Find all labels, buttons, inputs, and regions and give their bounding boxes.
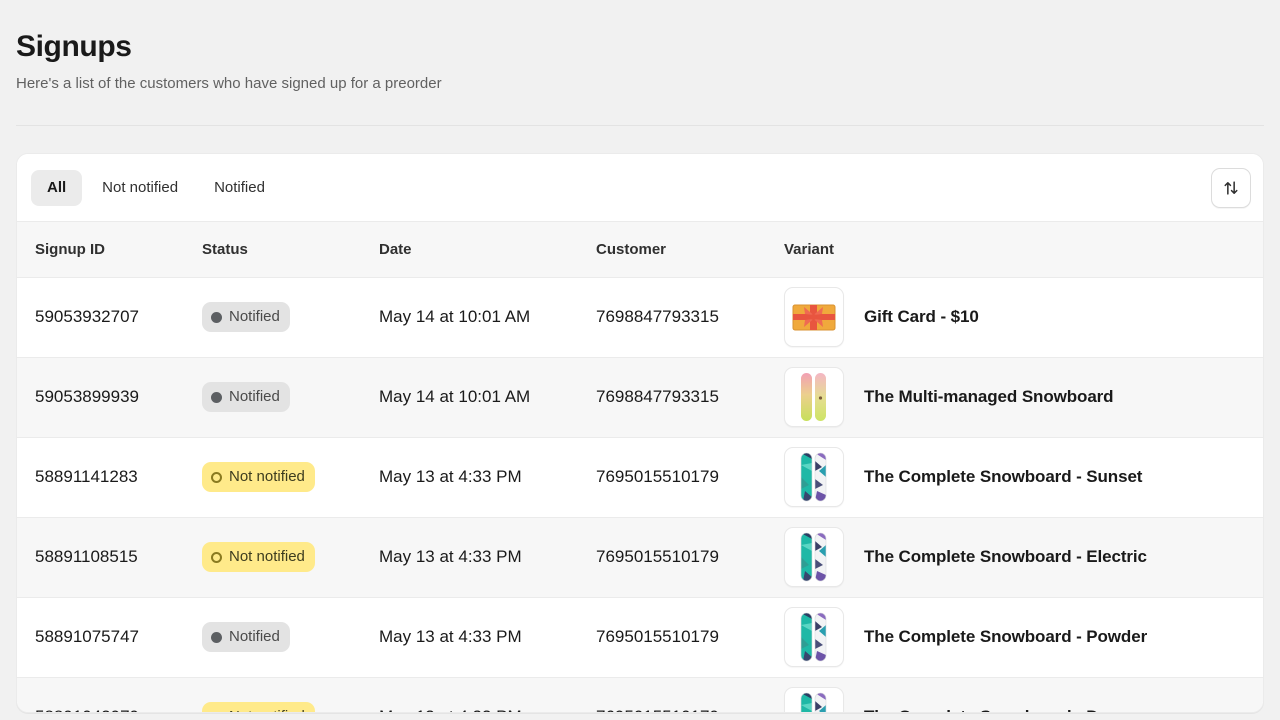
status-dot-filled-icon bbox=[211, 312, 222, 323]
tab-not-notified[interactable]: Not notified bbox=[86, 170, 194, 206]
variant-name: Gift Card - $10 bbox=[864, 306, 979, 328]
cell-signup-id: 59053932707 bbox=[17, 277, 202, 357]
status-dot-hollow-icon bbox=[211, 552, 222, 563]
snowboard-teal-thumbnail bbox=[784, 607, 844, 667]
signups-card: All Not notified Notified Signup ID Stat… bbox=[16, 153, 1264, 713]
variant-name: The Multi-managed Snowboard bbox=[864, 386, 1113, 408]
cell-status: Not notified bbox=[202, 517, 379, 597]
table-row[interactable]: 58891042979 Not notified May 13 at 4:33 PM… bbox=[17, 677, 1263, 713]
cell-date: May 13 at 4:33 PM bbox=[379, 597, 596, 677]
cell-customer: 7695015510179 bbox=[596, 517, 784, 597]
cell-variant: The Complete Snowboard - Sunset bbox=[784, 437, 1263, 517]
cell-customer: 7698847793315 bbox=[596, 277, 784, 357]
status-dot-hollow-icon bbox=[211, 712, 222, 714]
cell-date: May 14 at 10:01 AM bbox=[379, 357, 596, 437]
cell-variant: The Complete Snowboard - Dawn bbox=[784, 677, 1263, 713]
table-head: Signup ID Status Date Customer Variant bbox=[17, 222, 1263, 277]
header-divider bbox=[16, 125, 1264, 126]
cell-variant: The Complete Snowboard - Powder bbox=[784, 597, 1263, 677]
table-row[interactable]: 58891108515 Not notified May 13 at 4:33 PM… bbox=[17, 517, 1263, 597]
tab-all[interactable]: All bbox=[31, 170, 82, 206]
cell-customer: 7695015510179 bbox=[596, 437, 784, 517]
table-row[interactable]: 58891075747 Notified May 13 at 4:33 PM7695… bbox=[17, 597, 1263, 677]
page-header: Signups Here's a list of the customers w… bbox=[0, 0, 1280, 95]
tab-bar: All Not notified Notified bbox=[17, 154, 1263, 222]
signups-table: Signup ID Status Date Customer Variant 5… bbox=[17, 222, 1263, 713]
cell-signup-id: 59053899939 bbox=[17, 357, 202, 437]
snowboard-pink-thumbnail bbox=[784, 367, 844, 427]
cell-variant: The Multi-managed Snowboard bbox=[784, 357, 1263, 437]
status-badge-label: Notified bbox=[229, 307, 280, 327]
column-header-variant: Variant bbox=[784, 222, 1263, 277]
table-row[interactable]: 59053899939 Notified May 14 at 10:01 AM769… bbox=[17, 357, 1263, 437]
cell-status: Not notified bbox=[202, 677, 379, 713]
column-header-date: Date bbox=[379, 222, 596, 277]
snowboard-teal-thumbnail bbox=[784, 447, 844, 507]
page-subtitle: Here's a list of the customers who have … bbox=[16, 73, 1264, 95]
snowboard-teal-thumbnail bbox=[784, 527, 844, 587]
status-badge: Notified bbox=[202, 382, 290, 412]
sort-button[interactable] bbox=[1211, 168, 1251, 208]
variant-name: The Complete Snowboard - Dawn bbox=[864, 706, 1131, 713]
cell-signup-id: 58891108515 bbox=[17, 517, 202, 597]
status-badge: Not notified bbox=[202, 462, 315, 492]
cell-date: May 13 at 4:33 PM bbox=[379, 437, 596, 517]
cell-date: May 13 at 4:33 PM bbox=[379, 517, 596, 597]
status-badge-label: Notified bbox=[229, 627, 280, 647]
table-header-row: Signup ID Status Date Customer Variant bbox=[17, 222, 1263, 277]
cell-status: Notified bbox=[202, 357, 379, 437]
table-row[interactable]: 59053932707 Notified May 14 at 10:01 AM769… bbox=[17, 277, 1263, 357]
status-dot-filled-icon bbox=[211, 392, 222, 403]
table-row[interactable]: 58891141283 Not notified May 13 at 4:33 PM… bbox=[17, 437, 1263, 517]
cell-signup-id: 58891042979 bbox=[17, 677, 202, 713]
status-badge: Not notified bbox=[202, 702, 315, 713]
status-badge-label: Not notified bbox=[229, 547, 305, 567]
column-header-signup-id: Signup ID bbox=[17, 222, 202, 277]
cell-date: May 14 at 10:01 AM bbox=[379, 277, 596, 357]
cell-signup-id: 58891075747 bbox=[17, 597, 202, 677]
signups-page: Signups Here's a list of the customers w… bbox=[0, 0, 1280, 720]
status-dot-hollow-icon bbox=[211, 472, 222, 483]
cell-date: May 13 at 4:33 PM bbox=[379, 677, 596, 713]
cell-status: Not notified bbox=[202, 437, 379, 517]
status-badge: Notified bbox=[202, 302, 290, 332]
cell-variant: Gift Card - $10 bbox=[784, 277, 1263, 357]
page-title: Signups bbox=[16, 28, 1264, 66]
snowboard-teal-thumbnail bbox=[784, 687, 844, 713]
status-badge-label: Notified bbox=[229, 387, 280, 407]
status-badge: Not notified bbox=[202, 542, 315, 572]
variant-name: The Complete Snowboard - Electric bbox=[864, 546, 1147, 568]
column-header-customer: Customer bbox=[596, 222, 784, 277]
variant-name: The Complete Snowboard - Powder bbox=[864, 626, 1147, 648]
cell-customer: 7695015510179 bbox=[596, 597, 784, 677]
cell-customer: 7698847793315 bbox=[596, 357, 784, 437]
variant-name: The Complete Snowboard - Sunset bbox=[864, 466, 1142, 488]
cell-status: Notified bbox=[202, 277, 379, 357]
gift-card-thumbnail bbox=[784, 287, 844, 347]
column-header-status: Status bbox=[202, 222, 379, 277]
cell-customer: 7695015510179 bbox=[596, 677, 784, 713]
table-body: 59053932707NotifiedMay 14 at 10:01 AM769… bbox=[17, 277, 1263, 713]
cell-variant: The Complete Snowboard - Electric bbox=[784, 517, 1263, 597]
cell-signup-id: 58891141283 bbox=[17, 437, 202, 517]
sort-arrows-icon bbox=[1222, 179, 1240, 197]
tab-list: All Not notified Notified bbox=[31, 170, 1211, 206]
cell-status: Notified bbox=[202, 597, 379, 677]
status-badge-label: Not notified bbox=[229, 707, 305, 713]
tab-notified[interactable]: Notified bbox=[198, 170, 281, 206]
status-badge-label: Not notified bbox=[229, 467, 305, 487]
status-badge: Notified bbox=[202, 622, 290, 652]
status-dot-filled-icon bbox=[211, 632, 222, 643]
